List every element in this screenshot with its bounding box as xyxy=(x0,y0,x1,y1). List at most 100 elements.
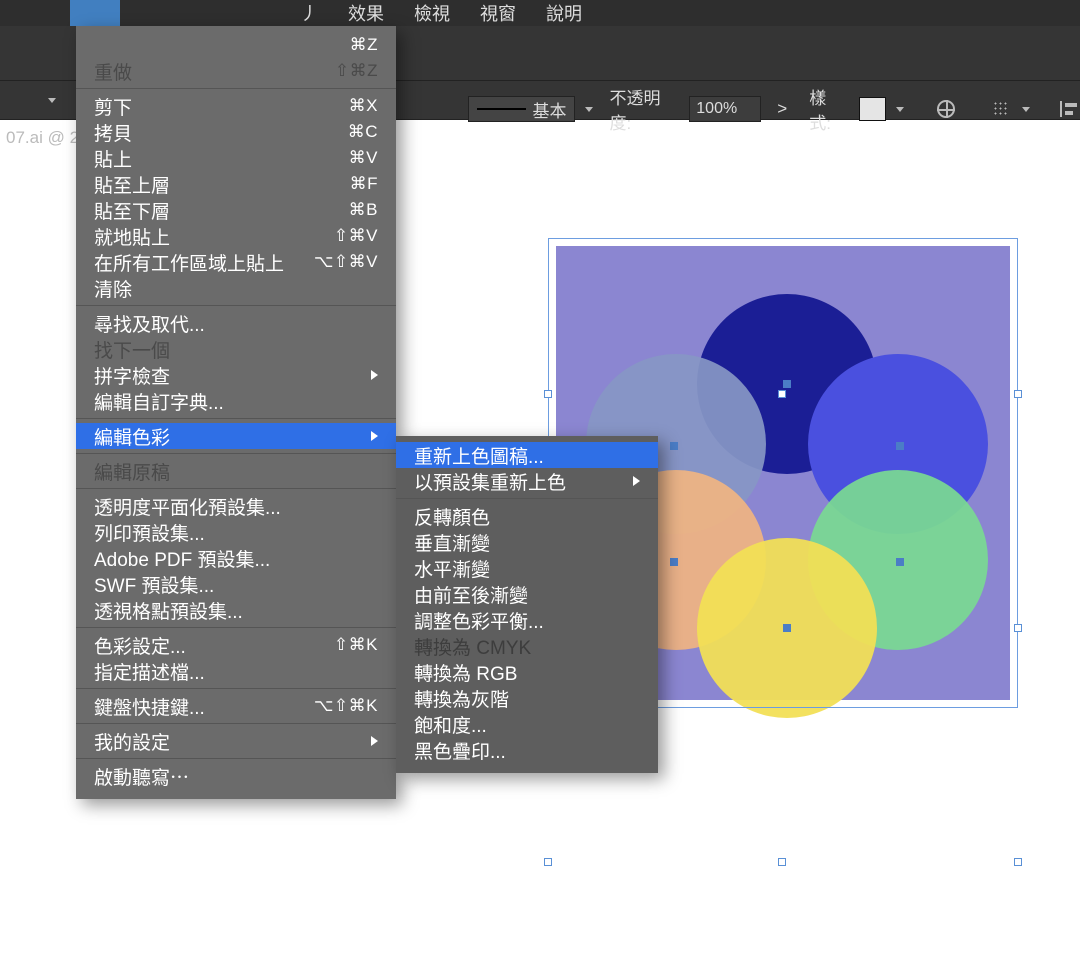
menu-item-label: 重做 xyxy=(94,58,132,85)
selection-handle[interactable] xyxy=(1014,390,1022,398)
menu-item[interactable]: 透明度平面化預設集... xyxy=(76,493,396,519)
menu-edit-highlighted[interactable] xyxy=(70,0,120,28)
menu-item-label: 編輯原稿 xyxy=(94,458,170,485)
selection-handle[interactable] xyxy=(778,858,786,866)
menu-item-label: 尋找及取代... xyxy=(94,310,205,337)
menu-item[interactable]: 水平漸變 xyxy=(396,555,658,581)
menu-item-label: 鍵盤快捷鍵... xyxy=(94,693,205,720)
menu-item[interactable]: 垂直漸變 xyxy=(396,529,658,555)
menu-item[interactable]: 編輯自訂字典... xyxy=(76,388,396,414)
menu-item[interactable]: 貼至上層⌘F xyxy=(76,171,396,197)
chevron-down-icon[interactable] xyxy=(48,98,56,103)
menu-item[interactable]: 反轉顏色 xyxy=(396,503,658,529)
menu-item-label: 重新上色圖稿... xyxy=(414,442,544,469)
edit-menu: ⌘Z 重做 ⇧⌘Z 剪下⌘X拷貝⌘C貼上⌘V貼至上層⌘F貼至下層⌘B就地貼上⇧⌘V在所… xyxy=(76,26,396,799)
menu-item[interactable]: 鍵盤快捷鍵...⌥⇧⌘K xyxy=(76,693,396,719)
menu-item[interactable]: 清除 xyxy=(76,275,396,301)
selection-handle[interactable] xyxy=(1014,858,1022,866)
menu-item[interactable]: 啟動聽寫⋯ xyxy=(76,763,396,789)
menu-item[interactable]: 調整色彩平衡... xyxy=(396,607,658,633)
menu-item-label: 水平漸變 xyxy=(414,555,490,582)
menu-item-label: 色彩設定... xyxy=(94,632,186,659)
menu-item-label: 以預設集重新上色 xyxy=(414,468,566,495)
style-swatch[interactable] xyxy=(859,97,886,121)
menu-shortcut: ⌘B xyxy=(349,200,378,220)
menu-shortcut: ⌘Z xyxy=(350,35,378,55)
align-grid-icon[interactable] xyxy=(989,96,1012,122)
menu-item[interactable]: SWF 預設集... xyxy=(76,571,396,597)
menu-item-label: 轉換為 CMYK xyxy=(414,633,531,660)
stroke-style-label: 基本 xyxy=(532,97,566,122)
menu-item-label: 透明度平面化預設集... xyxy=(94,493,281,520)
menu-item[interactable]: 拼字檢查 xyxy=(76,362,396,388)
stroke-style-dropdown[interactable]: 基本 xyxy=(468,96,575,122)
menu-view[interactable]: 檢視 xyxy=(414,0,450,26)
menu-item-label: SWF 預設集... xyxy=(94,571,214,598)
menu-separator xyxy=(76,88,396,89)
menu-shortcut: ⇧⌘Z xyxy=(335,61,378,81)
menu-item[interactable]: 貼至下層⌘B xyxy=(76,197,396,223)
menu-item[interactable]: 轉換為灰階 xyxy=(396,685,658,711)
menu-help[interactable]: 說明 xyxy=(546,0,582,26)
menu-partial[interactable]: 丿 xyxy=(300,0,318,26)
menu-item-label: 飽和度... xyxy=(414,711,487,738)
menu-separator xyxy=(76,488,396,489)
more-button[interactable]: > xyxy=(771,99,793,119)
anchor-point[interactable] xyxy=(896,442,904,450)
menu-item[interactable]: ⌘Z xyxy=(76,32,396,58)
menu-item[interactable]: 由前至後漸變 xyxy=(396,581,658,607)
menu-item[interactable]: 剪下⌘X xyxy=(76,93,396,119)
menu-item: 編輯原稿 xyxy=(76,458,396,484)
selection-handle[interactable] xyxy=(778,390,786,398)
menu-item-label: 反轉顏色 xyxy=(414,503,490,530)
menu-item[interactable]: 以預設集重新上色 xyxy=(396,468,658,494)
chevron-down-icon[interactable] xyxy=(896,107,904,112)
chevron-right-icon xyxy=(371,431,378,441)
menu-item[interactable]: 透視格點預設集... xyxy=(76,597,396,623)
menu-item[interactable]: 拷貝⌘C xyxy=(76,119,396,145)
menu-item: 找下一個 xyxy=(76,336,396,362)
menubar: 丿 效果 檢視 視窗 說明 xyxy=(0,0,1080,26)
chevron-right-icon xyxy=(633,476,640,486)
menu-item-label: 拷貝 xyxy=(94,119,132,146)
selection-handle[interactable] xyxy=(1014,624,1022,632)
anchor-point[interactable] xyxy=(670,442,678,450)
menu-item[interactable]: Adobe PDF 預設集... xyxy=(76,545,396,571)
opacity-input[interactable] xyxy=(689,96,761,122)
menu-item-label: 找下一個 xyxy=(94,336,170,363)
menu-item[interactable]: 列印預設集... xyxy=(76,519,396,545)
anchor-point[interactable] xyxy=(670,558,678,566)
menu-window[interactable]: 視窗 xyxy=(480,0,516,26)
selection-handle[interactable] xyxy=(544,390,552,398)
menu-shortcut: ⌘X xyxy=(349,96,378,116)
menu-item[interactable]: 黑色疊印... xyxy=(396,737,658,763)
menu-item-label: 由前至後漸變 xyxy=(414,581,528,608)
menu-item[interactable]: 編輯色彩 xyxy=(76,423,396,449)
menu-item[interactable]: 轉換為 RGB xyxy=(396,659,658,685)
menu-separator xyxy=(76,418,396,419)
recolor-icon[interactable] xyxy=(934,96,957,122)
selection-handle[interactable] xyxy=(544,858,552,866)
anchor-point[interactable] xyxy=(783,380,791,388)
menu-item-label: 列印預設集... xyxy=(94,519,205,546)
menu-item-label: 編輯自訂字典... xyxy=(94,388,224,415)
menu-item[interactable]: 就地貼上⇧⌘V xyxy=(76,223,396,249)
anchor-point[interactable] xyxy=(783,624,791,632)
menu-item-label: 調整色彩平衡... xyxy=(414,607,544,634)
chevron-down-icon[interactable] xyxy=(585,107,593,112)
menu-item[interactable]: 飽和度... xyxy=(396,711,658,737)
menu-item[interactable]: 我的設定 xyxy=(76,728,396,754)
menu-item-label: 指定描述檔... xyxy=(94,658,205,685)
menu-item[interactable]: 指定描述檔... xyxy=(76,658,396,684)
menu-item[interactable]: 在所有工作區域上貼上⌥⇧⌘V xyxy=(76,249,396,275)
menu-effects[interactable]: 效果 xyxy=(348,0,384,26)
menu-item: 重做 ⇧⌘Z xyxy=(76,58,396,84)
align-icon[interactable] xyxy=(1057,96,1080,122)
menu-separator xyxy=(76,723,396,724)
menu-item[interactable]: 貼上⌘V xyxy=(76,145,396,171)
anchor-point[interactable] xyxy=(896,558,904,566)
menu-item[interactable]: 重新上色圖稿... xyxy=(396,442,658,468)
chevron-down-icon[interactable] xyxy=(1022,107,1030,112)
menu-item[interactable]: 色彩設定...⇧⌘K xyxy=(76,632,396,658)
menu-item[interactable]: 尋找及取代... xyxy=(76,310,396,336)
